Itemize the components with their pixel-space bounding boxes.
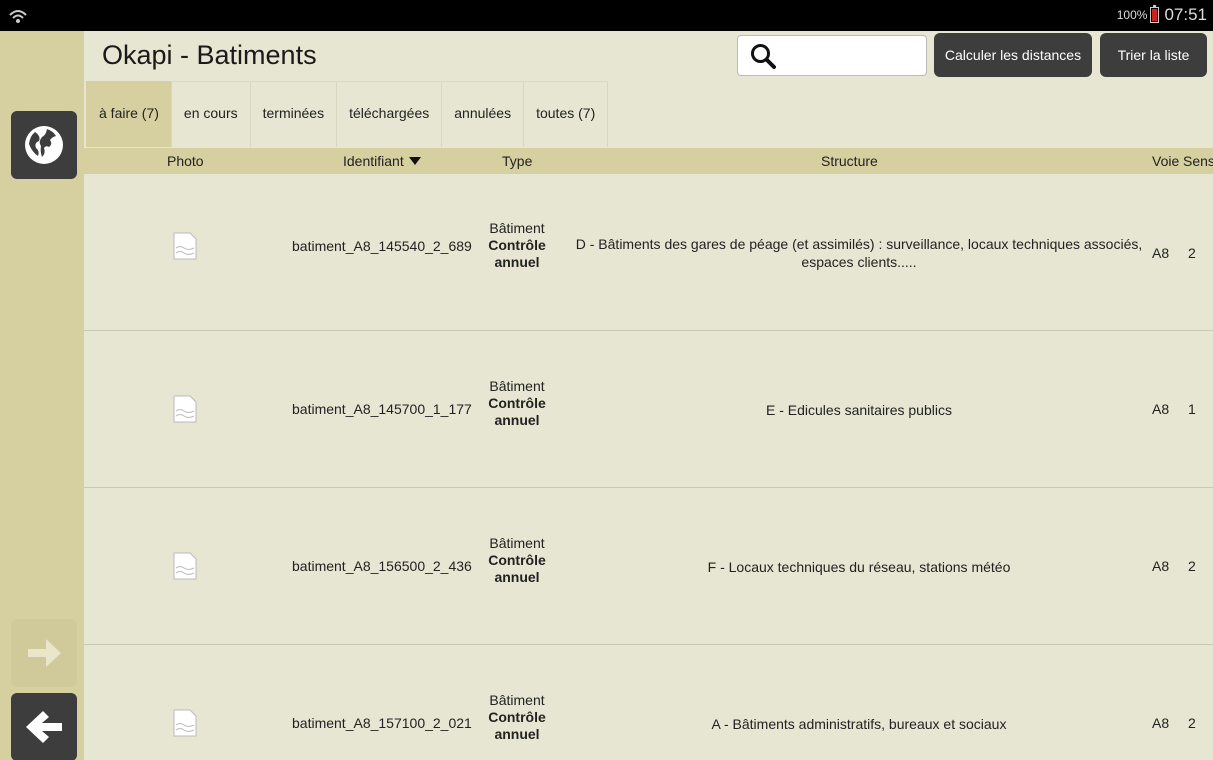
photo-placeholder-icon — [173, 709, 197, 737]
globe-button[interactable] — [11, 111, 77, 179]
photo-placeholder-icon — [173, 552, 197, 580]
row-voie: A8 — [1152, 245, 1170, 261]
row-voie: A8 — [1152, 715, 1170, 731]
row-type: Bâtiment Contrôle annuel — [482, 692, 552, 743]
row-structure: A - Bâtiments administratifs, bureaux et… — [711, 716, 1007, 732]
column-header-identifiant-label: Identifiant — [343, 153, 404, 169]
column-header-structure[interactable]: Structure — [821, 153, 878, 169]
status-bar: 100% 07:51 — [0, 0, 1213, 31]
battery-percent: 100% — [1116, 8, 1148, 22]
row-type: Bâtiment Contrôle annuel — [482, 378, 552, 429]
battery-icon — [1150, 5, 1160, 23]
sidebar — [0, 31, 84, 760]
table-row[interactable]: batiment_A8_145540_2_689 Bâtiment Contrôl… — [84, 174, 1213, 331]
row-type-sub: Contrôle annuel — [488, 709, 546, 742]
sort-desc-icon — [408, 157, 421, 165]
search-input[interactable] — [786, 42, 921, 70]
row-type-sub: Contrôle annuel — [488, 237, 546, 270]
row-sens: 2 — [1188, 558, 1196, 574]
row-structure: D - Bâtiments des gares de péage (et ass… — [575, 236, 1143, 270]
row-identifier: batiment_A8_157100_2_021 — [292, 715, 472, 731]
row-structure: F - Locaux techniques du réseau, station… — [707, 559, 1011, 575]
arrow-right-icon — [28, 639, 61, 667]
row-voie: A8 — [1152, 401, 1170, 417]
column-header-type[interactable]: Type — [502, 153, 532, 169]
row-type: Bâtiment Contrôle annuel — [482, 535, 552, 586]
tab-en-cours[interactable]: en cours — [170, 81, 251, 147]
wifi-icon — [9, 10, 27, 23]
table-header: Photo Identifiant Type Structure Voie Se… — [84, 148, 1213, 174]
table-row[interactable]: batiment_A8_157100_2_021 Bâtiment Contrôl… — [84, 645, 1213, 760]
tab-a-faire[interactable]: à faire (7) — [86, 81, 172, 147]
table-row[interactable]: batiment_A8_145700_1_177 Bâtiment Contrôl… — [84, 331, 1213, 488]
column-header-identifiant[interactable]: Identifiant — [343, 153, 421, 169]
column-header-voie[interactable]: Voie — [1152, 153, 1179, 169]
row-identifier: batiment_A8_156500_2_436 — [292, 558, 472, 574]
table-row[interactable]: batiment_A8_156500_2_436 Bâtiment Contrôl… — [84, 488, 1213, 645]
back-button[interactable] — [11, 693, 77, 760]
row-sens: 2 — [1188, 245, 1196, 261]
tab-telechargees[interactable]: téléchargées — [336, 81, 443, 147]
row-type-sub: Contrôle annuel — [488, 552, 546, 585]
tab-bar: à faire (7) en cours terminées télécharg… — [86, 81, 609, 147]
row-sens: 2 — [1188, 715, 1196, 731]
calculate-distances-button[interactable]: Calculer les distances — [934, 33, 1092, 77]
row-type-main: Bâtiment — [489, 692, 545, 708]
globe-icon — [25, 126, 63, 164]
clock: 07:51 — [1164, 5, 1207, 24]
sort-list-button[interactable]: Trier la liste — [1100, 33, 1207, 77]
row-type-main: Bâtiment — [489, 220, 545, 236]
column-header-sens[interactable]: Sens — [1183, 153, 1213, 169]
tab-toutes[interactable]: toutes (7) — [523, 81, 609, 147]
row-type-main: Bâtiment — [489, 535, 545, 551]
tab-terminees[interactable]: terminées — [249, 81, 338, 147]
row-voie: A8 — [1152, 558, 1170, 574]
row-type: Bâtiment Contrôle annuel — [482, 220, 552, 271]
photo-placeholder-icon — [173, 395, 197, 423]
search-box[interactable] — [737, 35, 927, 76]
page-title: Okapi - Batiments — [102, 40, 317, 70]
next-button[interactable] — [11, 619, 77, 687]
row-type-main: Bâtiment — [489, 378, 545, 394]
row-type-sub: Contrôle annuel — [488, 395, 546, 428]
row-sens: 1 — [1188, 401, 1196, 417]
search-icon — [751, 44, 776, 69]
tab-annulees[interactable]: annulées — [441, 81, 525, 147]
row-structure: E - Edicules sanitaires publics — [766, 402, 952, 418]
row-identifier: batiment_A8_145540_2_689 — [292, 238, 472, 254]
photo-placeholder-icon — [173, 232, 197, 260]
column-header-photo[interactable]: Photo — [167, 153, 204, 169]
arrow-left-icon — [26, 711, 62, 743]
row-identifier: batiment_A8_145700_1_177 — [292, 401, 472, 417]
